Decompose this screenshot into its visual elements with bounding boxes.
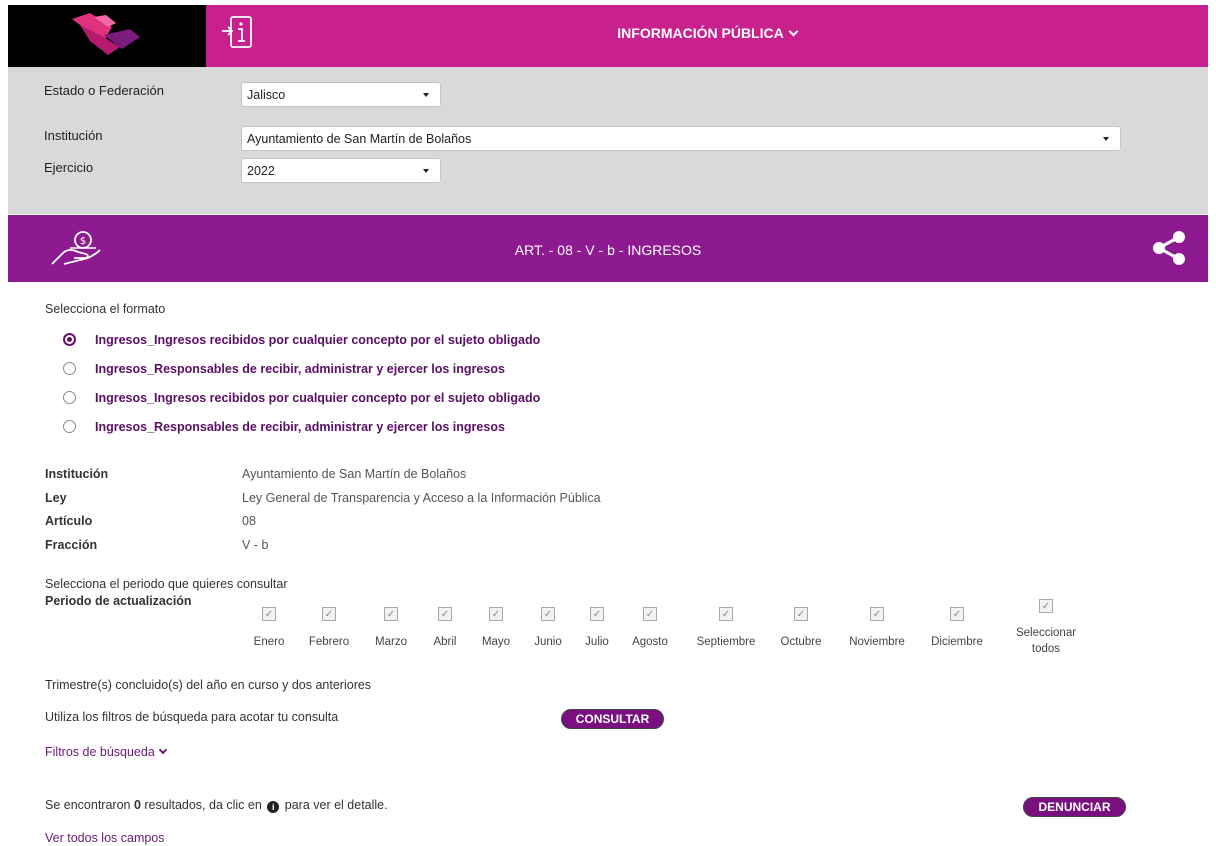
caret-down-icon bbox=[423, 93, 429, 97]
ejercicio-value: 2022 bbox=[247, 164, 275, 178]
formato-prompt: Selecciona el formato bbox=[45, 302, 166, 316]
month-label: Mayo bbox=[481, 636, 511, 648]
detail-articulo-value: 08 bbox=[242, 514, 256, 528]
month-checkbox[interactable]: ✓ bbox=[262, 607, 276, 621]
estado-label: Estado o Federación bbox=[44, 83, 164, 98]
month-checkbox[interactable]: ✓ bbox=[541, 607, 555, 621]
month-label: Septiembre bbox=[696, 636, 756, 648]
month-checkbox[interactable]: ✓ bbox=[794, 607, 808, 621]
month-checkbox[interactable]: ✓ bbox=[590, 607, 604, 621]
institucion-value: Ayuntamiento de San Martín de Bolaños bbox=[247, 132, 472, 146]
menu-title: INFORMACIÓN PÚBLICA bbox=[617, 25, 784, 41]
month-checkbox[interactable]: ✓ bbox=[643, 607, 657, 621]
institucion-select[interactable]: Ayuntamiento de San Martín de Bolaños bbox=[241, 126, 1121, 151]
ver-todos-campos-link[interactable]: Ver todos los campos bbox=[45, 831, 165, 845]
detail-articulo-key: Artículo bbox=[45, 514, 93, 528]
brand-bar: INFORMACIÓN PÚBLICA bbox=[206, 5, 1208, 67]
formato-option-3[interactable]: Ingresos_Ingresos recibidos por cualquie… bbox=[95, 391, 540, 405]
share-icon[interactable] bbox=[1151, 228, 1187, 268]
month-checkbox[interactable]: ✓ bbox=[384, 607, 398, 621]
caret-down-icon bbox=[423, 169, 429, 173]
ejercicio-label: Ejercicio bbox=[44, 160, 94, 175]
article-band: $ ART. - 08 - V - b - INGRESOS bbox=[8, 215, 1208, 282]
institucion-label: Institución bbox=[44, 128, 103, 143]
formato-radio-3[interactable] bbox=[63, 391, 76, 404]
month-label: Octubre bbox=[780, 636, 822, 648]
info-icon: i bbox=[267, 801, 280, 813]
results-summary: Se encontraron 0 resultados, da clic en … bbox=[45, 798, 388, 813]
detail-institucion-value: Ayuntamiento de San Martín de Bolaños bbox=[242, 467, 467, 481]
month-label: Marzo bbox=[375, 636, 407, 648]
month-label: Enero bbox=[253, 636, 285, 648]
detail-fraccion-key: Fracción bbox=[45, 538, 98, 552]
chevron-down-icon bbox=[158, 745, 168, 755]
month-label: Febrero bbox=[308, 636, 350, 648]
month-checkbox[interactable]: ✓ bbox=[719, 607, 733, 621]
periodo-label: Periodo de actualización bbox=[45, 594, 192, 608]
trimestres-note: Trimestre(s) concluido(s) del año en cur… bbox=[45, 678, 372, 692]
periodo-prompt: Selecciona el periodo que quieres consul… bbox=[45, 577, 288, 591]
ejercicio-select[interactable]: 2022 bbox=[241, 158, 441, 183]
denunciar-button[interactable]: DENUNCIAR bbox=[1023, 797, 1126, 817]
logo[interactable] bbox=[8, 5, 206, 67]
detail-ley-value: Ley General de Transparencia y Acceso a … bbox=[242, 491, 601, 505]
formato-radio-4[interactable] bbox=[63, 420, 76, 433]
month-checkbox[interactable]: ✓ bbox=[322, 607, 336, 621]
filtros-busqueda-link[interactable]: Filtros de búsqueda bbox=[45, 745, 168, 759]
month-checkbox[interactable]: ✓ bbox=[950, 607, 964, 621]
estado-select[interactable]: Jalisco bbox=[241, 82, 441, 107]
filter-panel: Estado o Federación Jalisco Institución … bbox=[8, 67, 1208, 214]
formato-option-4[interactable]: Ingresos_Responsables de recibir, admini… bbox=[95, 420, 505, 434]
month-checkbox[interactable]: ✓ bbox=[438, 607, 452, 621]
detail-institucion-key: Institución bbox=[45, 467, 109, 481]
month-label: Agosto bbox=[632, 636, 668, 648]
caret-down-icon bbox=[1103, 137, 1109, 141]
results-pre: Se encontraron bbox=[45, 798, 134, 812]
select-all-label-1: Seleccionar bbox=[1015, 627, 1077, 639]
results-post: para ver el detalle. bbox=[281, 798, 388, 812]
select-all-label-2: todos bbox=[1031, 643, 1061, 655]
detail-fraccion-value: V - b bbox=[242, 538, 269, 552]
top-header: INFORMACIÓN PÚBLICA bbox=[8, 5, 1208, 67]
month-checkbox[interactable]: ✓ bbox=[489, 607, 503, 621]
results-mid: resultados, da clic en bbox=[140, 798, 266, 812]
consultar-button[interactable]: CONSULTAR bbox=[561, 709, 664, 729]
formato-radio-1[interactable] bbox=[63, 333, 76, 346]
month-checkbox[interactable]: ✓ bbox=[870, 607, 884, 621]
formato-radio-2[interactable] bbox=[63, 362, 76, 375]
formato-option-2[interactable]: Ingresos_Responsables de recibir, admini… bbox=[95, 362, 505, 376]
filtros-busqueda-label: Filtros de búsqueda bbox=[45, 745, 155, 759]
month-label: Abril bbox=[433, 636, 457, 648]
formato-option-1[interactable]: Ingresos_Ingresos recibidos por cualquie… bbox=[95, 333, 540, 347]
month-label: Diciembre bbox=[931, 636, 983, 648]
month-label: Junio bbox=[534, 636, 562, 648]
detail-ley-key: Ley bbox=[45, 491, 67, 505]
results-count: 0 bbox=[133, 798, 141, 812]
info-publica-menu[interactable]: INFORMACIÓN PÚBLICA bbox=[206, 25, 1208, 41]
article-title: ART. - 08 - V - b - INGRESOS bbox=[514, 242, 702, 258]
brand-logo-icon bbox=[72, 13, 140, 55]
estado-value: Jalisco bbox=[247, 88, 286, 102]
filtros-hint: Utiliza los filtros de búsqueda para aco… bbox=[45, 710, 339, 724]
chevron-down-icon bbox=[788, 26, 799, 37]
select-all-checkbox[interactable]: ✓ bbox=[1039, 599, 1053, 613]
month-label: Noviembre bbox=[849, 636, 905, 648]
month-label: Julio bbox=[585, 636, 609, 648]
